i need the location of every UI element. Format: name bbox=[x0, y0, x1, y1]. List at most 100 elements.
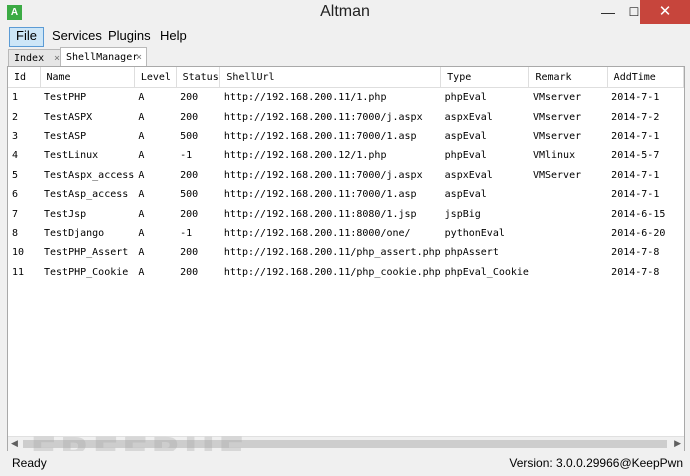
cell-name: TestPHP_Assert bbox=[44, 247, 129, 259]
cell-remark bbox=[529, 243, 607, 262]
column-header-type[interactable]: Type bbox=[440, 67, 530, 88]
cell-type: aspxEval bbox=[444, 169, 493, 181]
tab-shellmanager-close-icon[interactable]: × bbox=[136, 48, 142, 68]
cell-status: 200 bbox=[180, 92, 199, 104]
shell-table: Id Name Level Status ShellUrl Type Remar… bbox=[8, 67, 685, 282]
table-row[interactable]: 8 TestDjango A -1 http://192.168.200.11:8000… bbox=[8, 224, 684, 243]
cell-level: A bbox=[138, 169, 145, 181]
status-text: Ready bbox=[12, 456, 47, 470]
cell-name: TestLinux bbox=[44, 150, 99, 162]
cell-shellurl: http://192.168.200.11:8080/1.jsp bbox=[223, 208, 417, 220]
cell-id: 1 bbox=[12, 92, 19, 104]
cell-name: TestASP bbox=[44, 130, 87, 142]
cell-addtime: 2014-7-8 bbox=[611, 266, 660, 278]
table-row[interactable]: 4 TestLinux A -1 http://192.168.200.12/1.php… bbox=[8, 146, 684, 165]
menu-bar: File Services Plugins Help bbox=[0, 25, 690, 47]
cell-type: phpEval bbox=[444, 92, 487, 104]
cell-level: A bbox=[138, 189, 145, 201]
menu-services[interactable]: Services bbox=[46, 27, 108, 45]
cell-status: 200 bbox=[180, 266, 199, 278]
table-row[interactable]: 5 TestAspx_access A 200 http://192.168.200.1… bbox=[8, 166, 684, 185]
cell-status: 200 bbox=[180, 208, 199, 220]
cell-addtime: 2014-7-1 bbox=[611, 92, 660, 104]
cell-level: A bbox=[138, 111, 145, 123]
scroll-right-icon[interactable]: ▶ bbox=[674, 438, 681, 449]
column-header-id[interactable]: Id bbox=[8, 67, 41, 88]
cell-id: 2 bbox=[12, 111, 19, 123]
cell-name: TestJsp bbox=[44, 208, 87, 220]
cell-addtime: 2014-7-2 bbox=[611, 111, 660, 123]
version-text: Version: 3.0.0.29966@KeepPwn bbox=[509, 456, 683, 470]
cell-type: phpAssert bbox=[444, 247, 499, 259]
cell-status: 200 bbox=[180, 111, 199, 123]
column-header-name[interactable]: Name bbox=[40, 67, 135, 88]
column-header-status[interactable]: Status bbox=[176, 67, 221, 88]
column-header-shellurl[interactable]: ShellUrl bbox=[219, 67, 442, 88]
cell-name: TestDjango bbox=[44, 227, 105, 239]
column-header-remark[interactable]: Remark bbox=[528, 67, 608, 88]
cell-addtime: 2014-6-15 bbox=[611, 208, 666, 220]
cell-type: jspBig bbox=[444, 208, 481, 220]
cell-level: A bbox=[138, 227, 145, 239]
window-title: Altman bbox=[320, 3, 370, 20]
cell-addtime: 2014-5-7 bbox=[611, 150, 660, 162]
table-header-row: Id Name Level Status ShellUrl Type Remar… bbox=[8, 67, 685, 88]
cell-remark: VMServer bbox=[532, 169, 582, 181]
tab-shellmanager[interactable]: ShellManager × bbox=[60, 47, 147, 68]
table-row[interactable]: 6 TestAsp_access A 500 http://192.168.200.11… bbox=[8, 185, 684, 204]
cell-status: 200 bbox=[180, 247, 199, 259]
menu-file[interactable]: File bbox=[9, 27, 44, 47]
table-row[interactable]: 7 TestJsp A 200 http://192.168.200.11:8080/1… bbox=[8, 204, 684, 223]
cell-id: 7 bbox=[12, 208, 19, 220]
cell-id: 10 bbox=[12, 247, 25, 259]
cell-status: -1 bbox=[180, 227, 193, 239]
cell-type: pythonEval bbox=[444, 227, 505, 239]
cell-status: 500 bbox=[180, 189, 199, 201]
cell-remark bbox=[529, 204, 607, 223]
cell-name: TestAspx_access bbox=[44, 169, 135, 181]
cell-name: TestAsp_access bbox=[44, 189, 129, 201]
cell-id: 5 bbox=[12, 169, 19, 181]
cell-level: A bbox=[138, 130, 145, 142]
shell-list-view[interactable]: Id Name Level Status ShellUrl Type Remar… bbox=[7, 66, 685, 452]
cell-type: phpEval bbox=[444, 150, 487, 162]
table-row[interactable]: 3 TestASP A 500 http://192.168.200.11:7000/1… bbox=[8, 127, 684, 146]
cell-shellurl: http://192.168.200.11:7000/1.asp bbox=[223, 130, 417, 142]
cell-level: A bbox=[138, 92, 145, 104]
cell-shellurl: http://192.168.200.11/php_cookie.php bbox=[223, 266, 441, 278]
table-row[interactable]: 10 TestPHP_Assert A 200 http://192.168.200.1… bbox=[8, 243, 684, 262]
tab-index[interactable]: Index × bbox=[8, 49, 65, 67]
cell-type: aspEval bbox=[444, 130, 487, 142]
cell-id: 11 bbox=[12, 266, 25, 278]
cell-level: A bbox=[138, 266, 145, 278]
cell-name: TestPHP_Cookie bbox=[44, 266, 129, 278]
cell-remark bbox=[529, 263, 607, 282]
table-row[interactable]: 11 TestPHP_Cookie A 200 http://192.168.200.1… bbox=[8, 263, 684, 282]
minimize-button[interactable]: — bbox=[595, 0, 621, 24]
menu-help[interactable]: Help bbox=[154, 27, 193, 45]
table-row[interactable]: 1 TestPHP A 200 http://192.168.200.11/1.php p… bbox=[8, 88, 684, 108]
tab-strip: Index × ShellManager × bbox=[0, 47, 690, 68]
cell-level: A bbox=[138, 247, 145, 259]
cell-shellurl: http://192.168.200.11:7000/j.aspx bbox=[223, 111, 423, 123]
cell-status: 200 bbox=[180, 169, 199, 181]
cell-remark: VMserver bbox=[532, 130, 582, 142]
column-header-addtime[interactable]: AddTime bbox=[607, 67, 685, 88]
scroll-left-icon[interactable]: ◀ bbox=[11, 438, 18, 449]
cell-remark bbox=[529, 185, 607, 204]
table-row[interactable]: 2 TestASPX A 200 http://192.168.200.11:7000/… bbox=[8, 107, 684, 126]
column-header-level[interactable]: Level bbox=[134, 67, 177, 88]
status-bar: Ready Version: 3.0.0.29966@KeepPwn bbox=[0, 451, 690, 476]
cell-status: 500 bbox=[180, 130, 199, 142]
cell-shellurl: http://192.168.200.11/1.php bbox=[223, 92, 387, 104]
cell-type: phpEval_Cookie bbox=[444, 266, 529, 278]
cell-name: TestPHP bbox=[44, 92, 87, 104]
close-button[interactable]: ✕ bbox=[640, 0, 690, 24]
menu-plugins[interactable]: Plugins bbox=[102, 27, 157, 45]
cell-remark bbox=[529, 224, 607, 243]
cell-remark: VMserver bbox=[532, 111, 582, 123]
tab-index-label: Index bbox=[14, 53, 45, 64]
cell-type: aspxEval bbox=[444, 111, 493, 123]
cell-type: aspEval bbox=[444, 189, 487, 201]
cell-shellurl: http://192.168.200.11:8000/one/ bbox=[223, 227, 411, 239]
